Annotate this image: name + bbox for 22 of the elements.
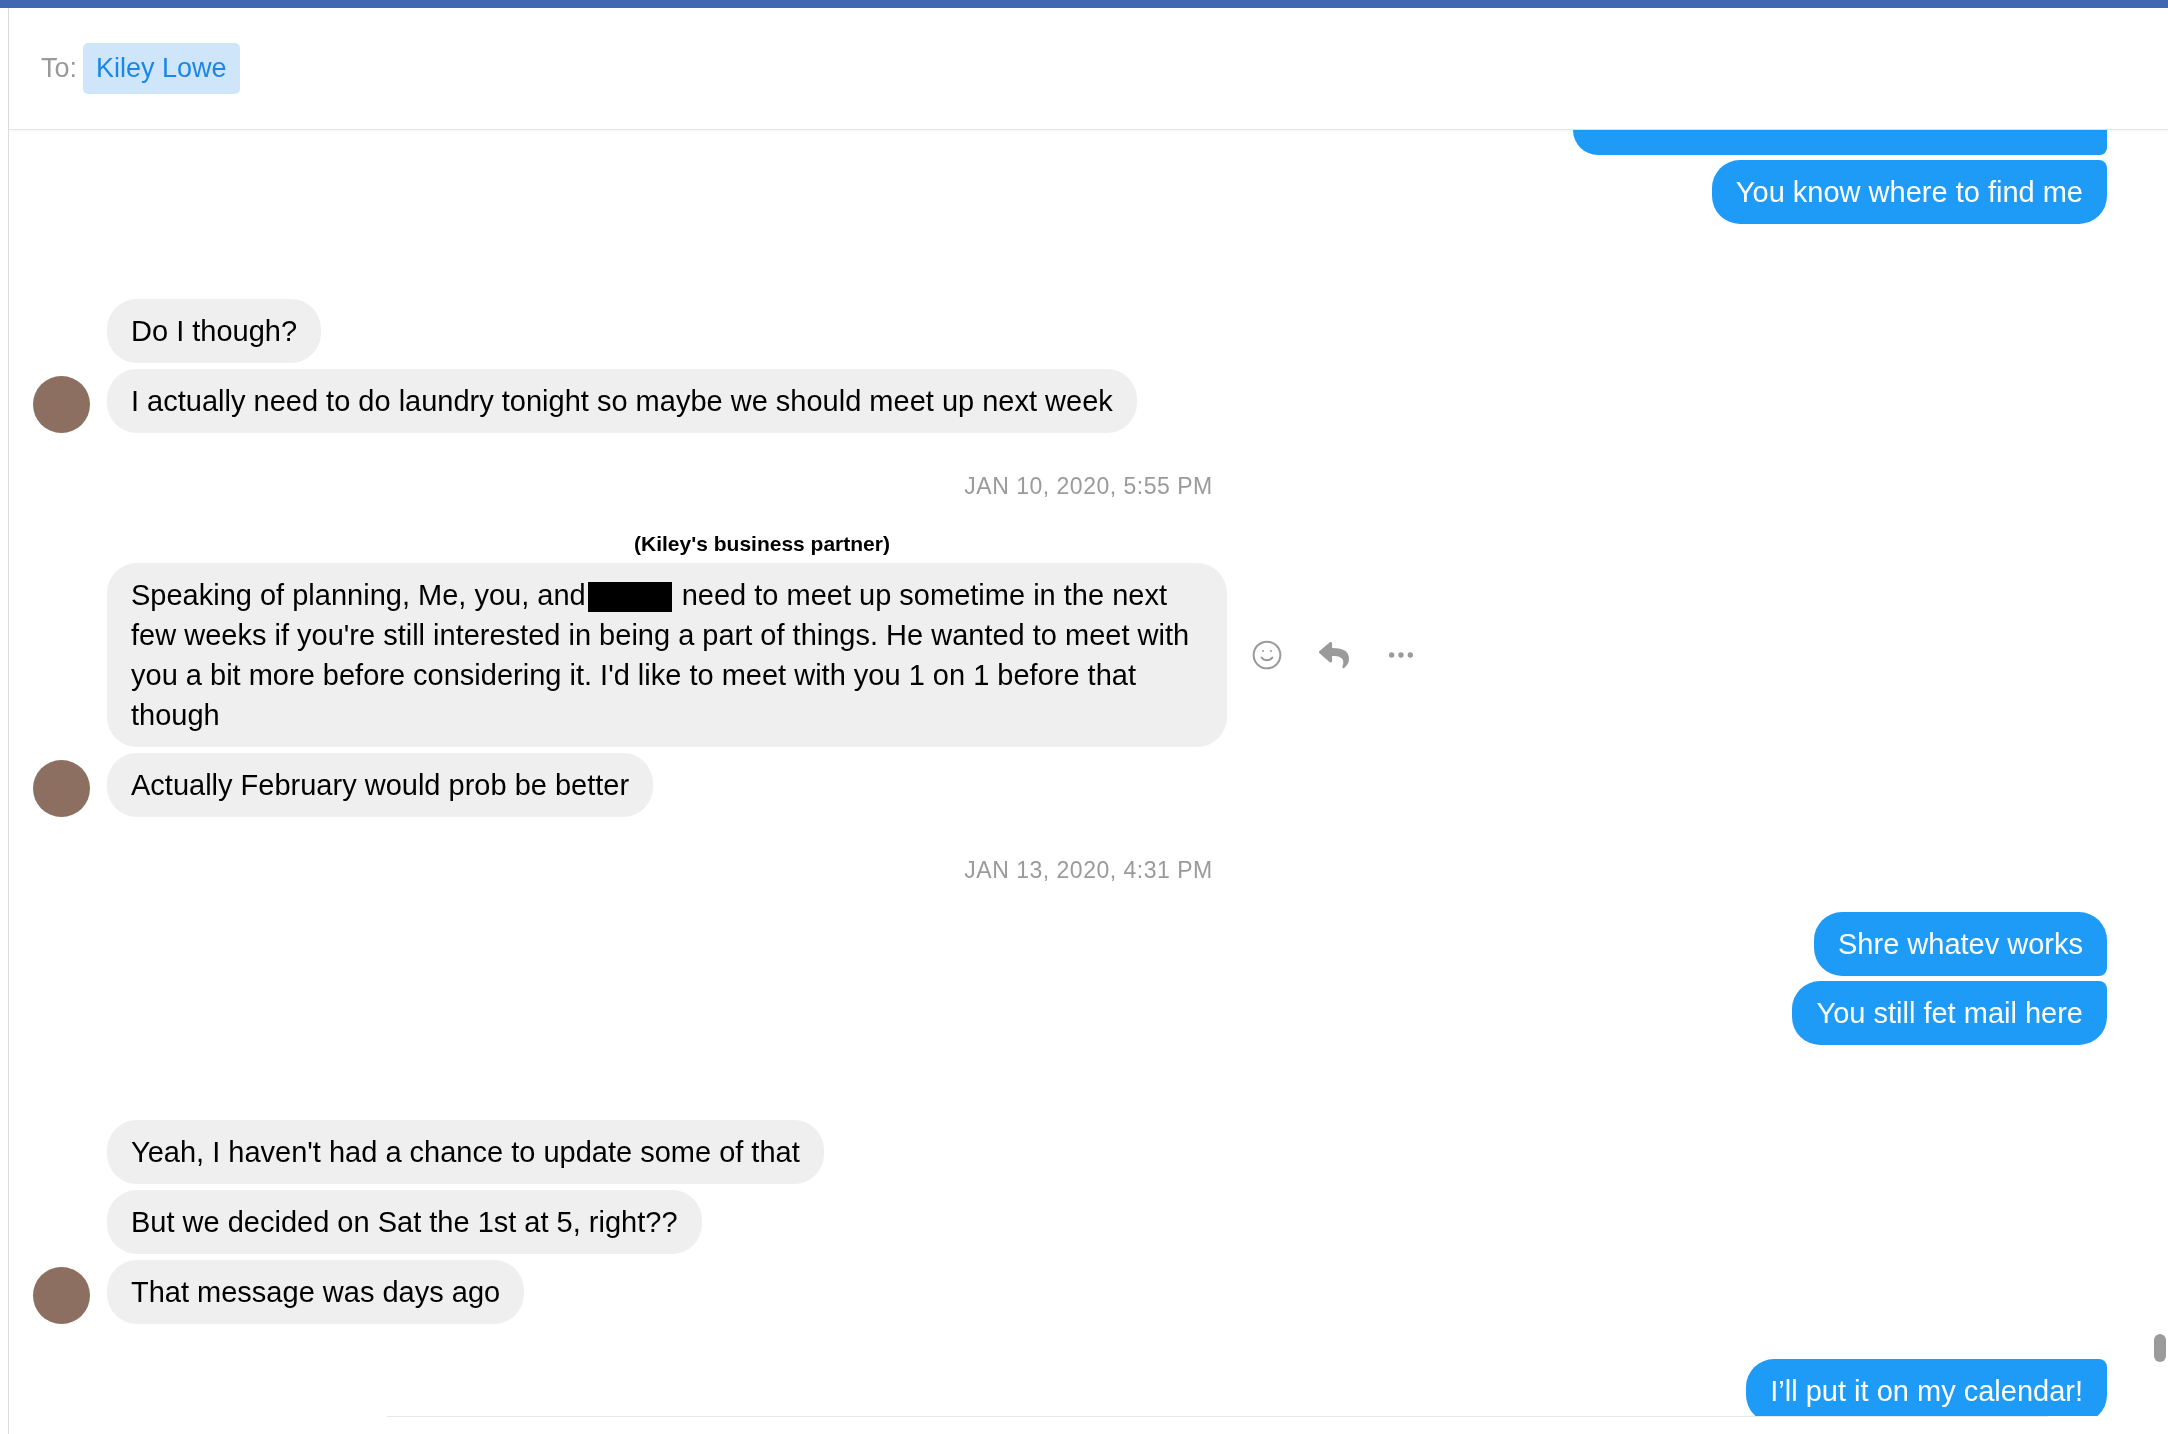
message-bubble: I actually need to do laundry tonight so maybe we should meet up next week xyxy=(107,369,1137,433)
message-bubble: Actually February would prob be better xyxy=(107,753,654,817)
message-bubble: I’ll put it on my calendar! xyxy=(1746,1358,2107,1416)
to-label: To: xyxy=(41,52,78,86)
annotation: (Kiley's business partner) xyxy=(634,530,890,557)
message-bubble: You still fet mail here xyxy=(1792,980,2107,1045)
avatar xyxy=(33,1266,90,1324)
message-bubble: Shre whatev works xyxy=(1814,911,2107,976)
avatar xyxy=(33,760,90,817)
recipient-chip[interactable]: Kiley Lowe xyxy=(83,43,240,94)
avatar xyxy=(33,376,90,433)
scrollbar-thumb[interactable] xyxy=(2154,1334,2166,1362)
reply-icon[interactable] xyxy=(1319,640,1349,670)
emoji-icon[interactable] xyxy=(1251,639,1283,671)
message-bubble: Yeah, I haven't had a chance to update some of that xyxy=(107,1119,824,1184)
message-bubble: But we decided on Sat the 1st at 5, right?? xyxy=(107,1189,702,1254)
message-bubble: That message was days ago xyxy=(107,1259,525,1324)
message-bubble: Do I though? xyxy=(107,299,322,363)
message-bubble: Speaking of planning, Me, you, and need to meet up sometime in the next few weeks if you're still interested in being a part of things. He wanted to meet with you a bit more before considering it. I'd like to meet with you 1 on 1 before that though xyxy=(107,563,1227,747)
timestamp: JAN 10, 2020, 5:55 PM xyxy=(964,472,1213,501)
timestamp: JAN 13, 2020, 4:31 PM xyxy=(964,856,1213,885)
message-bubble: You know where to find me xyxy=(1711,160,2107,224)
